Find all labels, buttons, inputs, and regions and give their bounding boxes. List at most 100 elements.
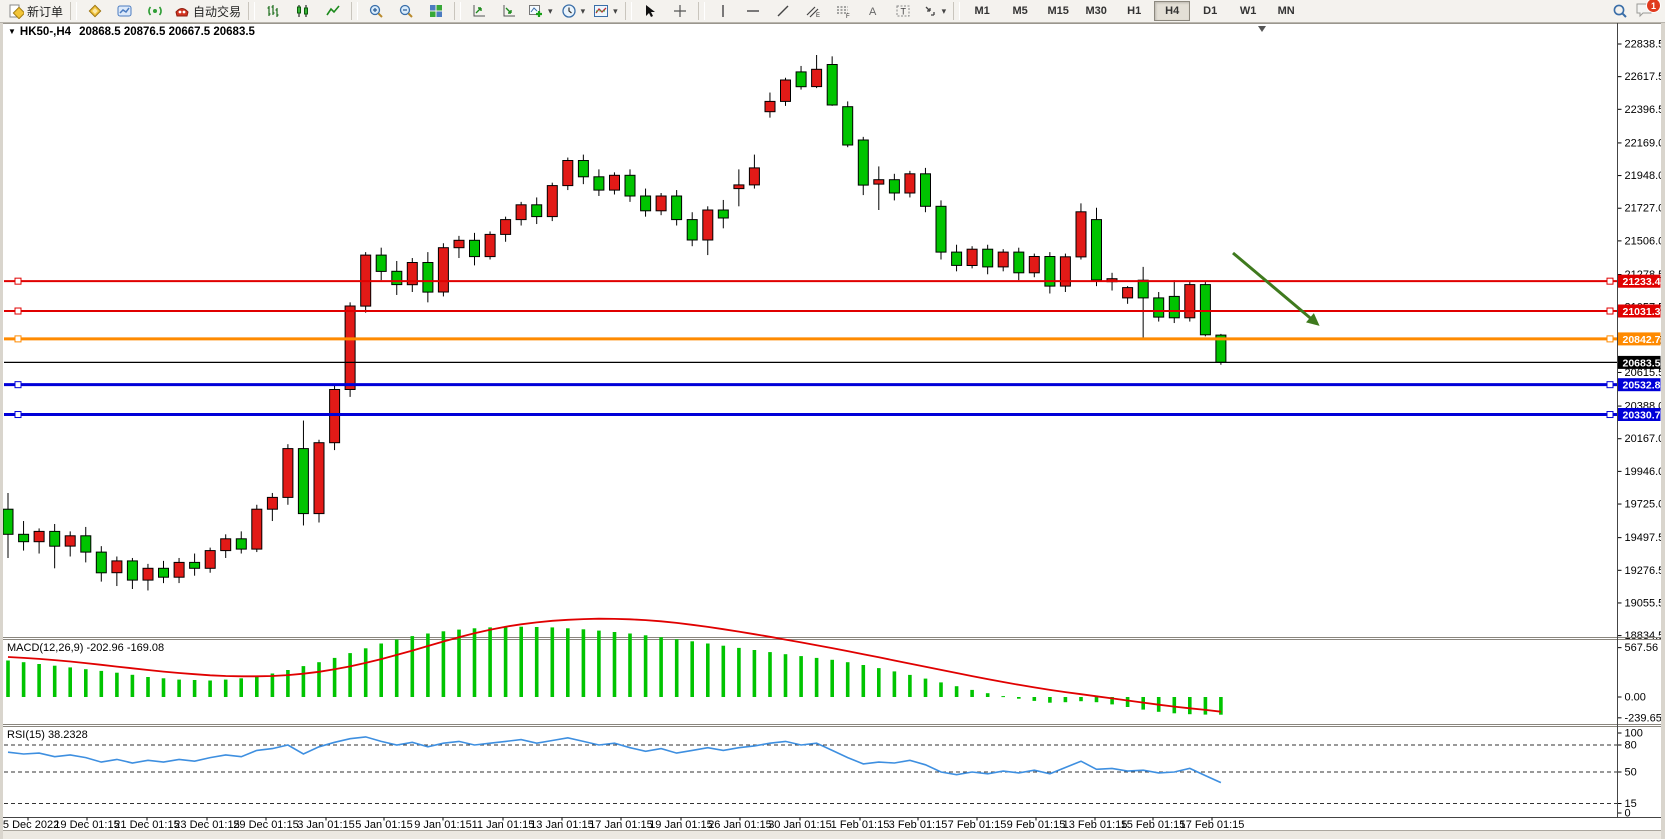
label-tool[interactable]: T xyxy=(888,0,918,22)
candle-body xyxy=(1200,285,1210,335)
candle-body xyxy=(1138,280,1148,298)
macd-histogram-bar xyxy=(986,693,990,697)
candle-body xyxy=(1123,288,1133,298)
macd-histogram-bar xyxy=(1064,697,1068,702)
search-icon[interactable] xyxy=(1611,2,1629,20)
symbol-info[interactable]: ▼HK50-,H420868.5 20876.5 20667.5 20683.5 xyxy=(8,26,255,38)
macd-histogram-bar xyxy=(815,658,819,697)
chart-canvas[interactable]: 22838.522617.522396.522169.021948.021727… xyxy=(0,0,1665,839)
arrange-cascade-button[interactable] xyxy=(494,0,524,22)
tile-windows-button[interactable] xyxy=(421,0,451,22)
macd-histogram-bar xyxy=(488,627,492,697)
macd-histogram-bar xyxy=(1017,697,1021,699)
timeframe-button-H1[interactable]: H1 xyxy=(1116,1,1152,21)
macd-histogram-bar xyxy=(722,646,726,697)
arrange-vertical-icon xyxy=(471,3,487,19)
line-handle[interactable] xyxy=(1607,308,1613,314)
timeframe-button-M30[interactable]: M30 xyxy=(1078,1,1114,21)
crosshair-tool-button[interactable] xyxy=(665,0,695,22)
add-indicator-button[interactable]: ▾ xyxy=(524,0,557,22)
macd-histogram-bar xyxy=(908,675,912,697)
line-handle[interactable] xyxy=(15,336,21,342)
time-tick-label: 15 Dec 2022 xyxy=(0,819,59,831)
line-handle[interactable] xyxy=(15,278,21,284)
timeframe-button-W1[interactable]: W1 xyxy=(1230,1,1266,21)
chevron-down-icon: ▾ xyxy=(942,6,947,17)
timeframe-button-M15[interactable]: M15 xyxy=(1040,1,1076,21)
price-tick-label: 19946.0 xyxy=(1625,466,1665,478)
line-handle[interactable] xyxy=(1607,336,1613,342)
candle-body xyxy=(112,561,122,573)
candle-body xyxy=(827,65,837,106)
trendline-tool[interactable] xyxy=(768,0,798,22)
horizontal-line-tool[interactable] xyxy=(738,0,768,22)
macd-histogram-bar xyxy=(628,634,632,698)
line-handle[interactable] xyxy=(15,308,21,314)
signals-button[interactable] xyxy=(140,0,170,22)
candle-body xyxy=(376,255,386,271)
notifications-button[interactable]: 1 xyxy=(1635,1,1657,21)
candle-body xyxy=(392,271,402,284)
macd-histogram-bar xyxy=(1188,697,1192,714)
macd-histogram-bar xyxy=(784,654,788,697)
timeframe-button-M1[interactable]: M1 xyxy=(964,1,1000,21)
svg-text:F: F xyxy=(846,14,850,19)
macd-histogram-bar xyxy=(255,676,259,697)
line-handle[interactable] xyxy=(1607,412,1613,418)
macd-histogram-bar xyxy=(862,665,866,697)
line-handle[interactable] xyxy=(1607,278,1613,284)
macd-histogram-bar xyxy=(675,639,679,697)
arrows-tool[interactable]: ▾ xyxy=(918,0,951,22)
new-order-button[interactable]: 新订单 xyxy=(4,0,67,22)
macd-histogram-bar xyxy=(504,627,508,697)
candle-body xyxy=(563,161,573,186)
macd-tick-label: -239.65 xyxy=(1625,712,1662,724)
candle-body xyxy=(3,509,13,534)
signals-icon xyxy=(147,3,163,19)
period-button[interactable]: ▾ xyxy=(557,0,590,22)
channel-tool[interactable]: E xyxy=(798,0,828,22)
line-handle[interactable] xyxy=(15,382,21,388)
timeframe-button-MN[interactable]: MN xyxy=(1268,1,1304,21)
candle-body xyxy=(127,561,137,580)
candle-body xyxy=(159,568,169,577)
macd-histogram-bar xyxy=(364,648,368,697)
line-chart-button[interactable] xyxy=(318,0,348,22)
toolbar-right: 1 xyxy=(1611,1,1657,21)
vertical-line-tool[interactable] xyxy=(708,0,738,22)
symbols-button[interactable] xyxy=(80,0,110,22)
line-handle[interactable] xyxy=(1607,382,1613,388)
arrows-icon xyxy=(922,3,938,19)
zoom-out-button[interactable] xyxy=(391,0,421,22)
candlestick-chart-button[interactable] xyxy=(288,0,318,22)
macd-tick-label: 567.56 xyxy=(1625,642,1659,654)
bar-chart-button[interactable] xyxy=(258,0,288,22)
text-tool[interactable]: A xyxy=(858,0,888,22)
candle-body xyxy=(967,249,977,265)
macd-histogram-bar xyxy=(1048,697,1052,703)
time-tick-label: 13 Feb 01:15 xyxy=(1063,819,1128,831)
line-handle[interactable] xyxy=(15,412,21,418)
timeframe-button-M5[interactable]: M5 xyxy=(1002,1,1038,21)
market-watch-button[interactable] xyxy=(110,0,140,22)
candle-body xyxy=(843,107,853,145)
fibonacci-tool[interactable]: F xyxy=(828,0,858,22)
window-frame-left xyxy=(0,23,3,839)
candle-body xyxy=(283,449,293,498)
macd-histogram-bar xyxy=(939,682,943,697)
template-button[interactable]: ▾ xyxy=(589,0,622,22)
price-tick-label: 22617.5 xyxy=(1625,71,1665,83)
cursor-tool-button[interactable] xyxy=(635,0,665,22)
timeframe-button-H4[interactable]: H4 xyxy=(1154,1,1190,21)
zoom-in-button[interactable] xyxy=(361,0,391,22)
collapse-triangle-icon[interactable]: ▼ xyxy=(8,27,16,36)
candle-body xyxy=(330,390,340,443)
macd-histogram-bar xyxy=(37,664,41,697)
price-tick-label: 18834.5 xyxy=(1625,630,1665,642)
autotrading-button[interactable]: 自动交易 xyxy=(170,0,245,22)
macd-tick-label: 0.00 xyxy=(1625,692,1646,704)
arrange-vertical-button[interactable] xyxy=(464,0,494,22)
timeframe-button-D1[interactable]: D1 xyxy=(1192,1,1228,21)
macd-histogram-bar xyxy=(115,673,119,697)
macd-histogram-bar xyxy=(68,667,72,697)
